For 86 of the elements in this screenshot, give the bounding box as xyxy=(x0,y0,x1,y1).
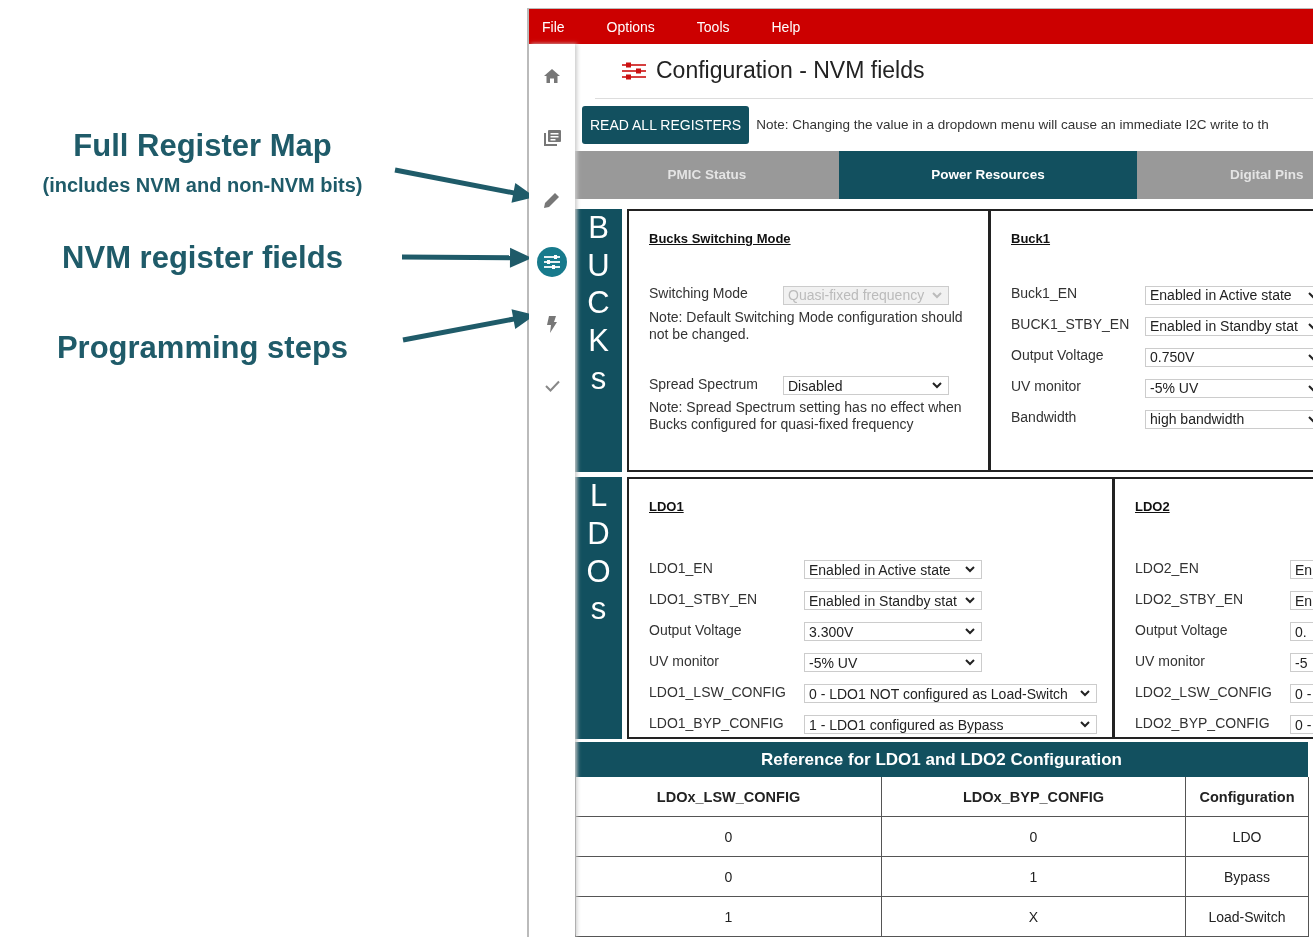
table-cell: 0 xyxy=(576,857,882,897)
dropdown[interactable]: 1 - LDO1 configured as Bypass xyxy=(804,715,1097,734)
dropdown[interactable]: 0 - xyxy=(1290,684,1313,703)
field-label: LDO2_BYP_CONFIG xyxy=(1135,714,1271,731)
home-icon xyxy=(544,69,560,83)
dropdown[interactable]: Enabled in Active state xyxy=(804,560,982,579)
panel-title: LDO2 xyxy=(1135,499,1170,514)
callout-title: Full Register Map xyxy=(73,128,332,164)
field-label: Output Voltage xyxy=(649,621,743,638)
field-label: LDO1_BYP_CONFIG xyxy=(649,714,785,731)
sliders-icon xyxy=(622,61,646,80)
dropdown[interactable]: 0 - xyxy=(1290,715,1313,734)
dropdown[interactable]: -5% UV xyxy=(1145,378,1313,398)
read-registers-button[interactable]: READ ALL REGISTERS xyxy=(582,105,750,144)
column-header: LDOx_BYP_CONFIG xyxy=(882,777,1186,817)
table-cell: Bypass xyxy=(1186,857,1309,897)
field-label: Output Voltage xyxy=(1135,621,1229,638)
dropdown[interactable]: Disabled xyxy=(783,376,949,396)
nav-button[interactable] xyxy=(535,245,569,279)
list-icon xyxy=(543,130,561,146)
sliders-icon xyxy=(537,247,567,277)
pencil-icon xyxy=(544,192,560,208)
table-cell: X xyxy=(882,897,1186,937)
column-header: LDOx_LSW_CONFIG xyxy=(576,777,882,817)
callout-title: NVM register fields xyxy=(62,240,343,276)
chevron-icon xyxy=(1080,690,1090,697)
dropdown[interactable]: Enabled in Standby stat xyxy=(804,591,982,610)
table-title: Reference for LDO1 and LDO2 Configuration xyxy=(575,742,1308,777)
dropdown[interactable]: Enabled in Active state xyxy=(1145,285,1313,305)
field-label: UV monitor xyxy=(649,652,721,669)
menu-item[interactable]: Help xyxy=(771,18,801,35)
field-label: Spread Spectrum xyxy=(649,375,759,392)
dropdown[interactable]: 0. xyxy=(1290,622,1313,641)
note-text: Note: Spread Spectrum setting has no effect when Bucks configured for quasi-fixed frequency xyxy=(649,399,963,433)
callout-subtitle: (includes NVM and non-NVM bits) xyxy=(42,174,363,197)
menu-item[interactable]: Tools xyxy=(696,18,730,35)
field-label: Bandwidth xyxy=(1011,409,1078,426)
field-label: BUCK1_STBY_EN xyxy=(1011,316,1131,333)
dropdown[interactable]: Enabled in Standby stat xyxy=(1145,316,1313,336)
field-label: LDO1_LSW_CONFIG xyxy=(649,683,787,700)
menu-item[interactable]: Options xyxy=(606,18,655,35)
panel-title: Bucks Switching Mode xyxy=(649,230,791,246)
menu-item[interactable]: File xyxy=(542,18,565,35)
table-cell: Load-Switch xyxy=(1186,897,1309,937)
lightning-icon xyxy=(547,315,557,333)
dropdown[interactable]: 0.750V xyxy=(1145,347,1313,367)
field-label: UV monitor xyxy=(1011,378,1083,395)
panel-title: LDO1 xyxy=(649,499,684,514)
table-cell: 1 xyxy=(576,897,882,937)
dropdown[interactable]: 0 - LDO1 NOT configured as Load-Switch xyxy=(804,684,1097,703)
field-label: LDO1_STBY_EN xyxy=(649,590,759,607)
section-label: LDOs xyxy=(575,477,622,739)
column-header: Configuration xyxy=(1186,777,1309,817)
chevron-icon xyxy=(965,566,975,573)
dropdown[interactable]: -5 xyxy=(1290,653,1313,672)
dropdown[interactable]: high bandwidth xyxy=(1145,409,1313,429)
dropdown[interactable]: En xyxy=(1290,591,1313,610)
field-label: Output Voltage xyxy=(1011,347,1105,364)
field-label: LDO1_EN xyxy=(649,559,714,576)
field-label: LDO2_STBY_EN xyxy=(1135,590,1245,607)
panel-title: Buck1 xyxy=(1011,230,1051,246)
chevron-icon xyxy=(1080,721,1090,728)
chevron-icon xyxy=(965,597,975,604)
note-text: Note: Changing the value in a dropdown menu will cause an immediate I2C write to th xyxy=(756,117,1269,133)
chevron-icon xyxy=(965,628,975,635)
check-icon xyxy=(544,380,560,392)
field-label: LDO2_LSW_CONFIG xyxy=(1135,683,1273,700)
field-label: Buck1_EN xyxy=(1011,285,1079,302)
field-label: Switching Mode xyxy=(649,285,749,302)
table-cell: 0 xyxy=(576,817,882,857)
dropdown[interactable]: -5% UV xyxy=(804,653,982,672)
chevron-icon xyxy=(932,291,942,299)
chevron-icon xyxy=(932,382,942,390)
field-label: UV monitor xyxy=(1135,652,1207,669)
section-label: BUCKs xyxy=(575,208,622,472)
note-text: Note: Default Switching Mode configuration should not be changed. xyxy=(649,308,964,343)
table-cell: 1 xyxy=(882,857,1186,897)
dropdown[interactable]: 3.300V xyxy=(804,622,982,641)
field-label: LDO2_EN xyxy=(1135,559,1200,576)
page-title: Configuration - NVM fields xyxy=(656,57,925,85)
tab[interactable]: Power Resources xyxy=(839,150,1137,199)
table-cell: 0 xyxy=(882,817,1186,857)
table-cell: LDO xyxy=(1186,817,1309,857)
dropdown[interactable]: En xyxy=(1290,560,1313,579)
chevron-icon xyxy=(965,659,975,666)
callout-title: Programming steps xyxy=(56,330,349,366)
